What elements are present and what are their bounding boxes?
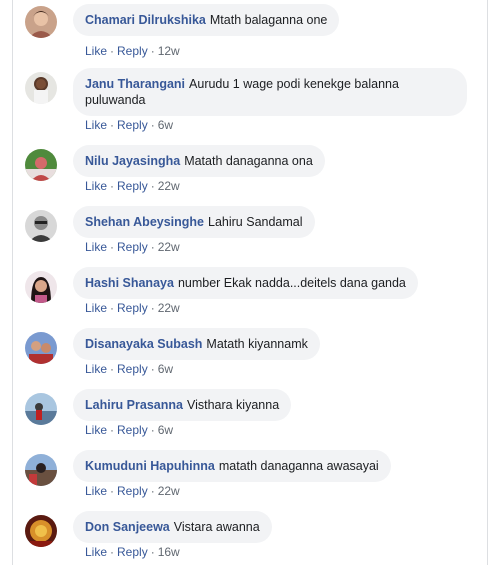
separator: ·: [110, 423, 115, 437]
comment-author[interactable]: Chamari Dilrukshika: [85, 13, 206, 27]
separator: ·: [150, 362, 155, 376]
separator: ·: [110, 545, 115, 559]
like-link[interactable]: Like: [85, 240, 107, 254]
comment-time[interactable]: 6w: [158, 423, 173, 437]
avatar[interactable]: [25, 271, 57, 303]
comment-text: Mtath balaganna one: [209, 13, 328, 27]
comment-bubble: Lahiru Prasanna Visthara kiyanna: [73, 389, 292, 421]
comment-author[interactable]: Janu Tharangani: [85, 77, 185, 91]
comment-actions: Like · Reply · 6w: [85, 423, 173, 437]
comment-actions: Like · Reply · 6w: [85, 362, 173, 376]
comment-actions: Like · Reply · 22w: [85, 484, 180, 498]
comment-actions: Like · Reply · 12w: [85, 44, 180, 58]
reply-link[interactable]: Reply: [117, 423, 148, 437]
comment-time[interactable]: 12w: [158, 44, 180, 58]
separator: ·: [110, 301, 115, 315]
comment-text: number Ekak nadda...deitels dana ganda: [177, 276, 406, 290]
comment-text: Lahiru Sandamal: [208, 215, 303, 229]
comment-text: matath danaganna awasayai: [218, 459, 379, 473]
separator: ·: [150, 118, 155, 132]
like-link[interactable]: Like: [85, 179, 107, 193]
separator: ·: [110, 179, 115, 193]
comment-bubble: Hashi Shanaya number Ekak nadda...deitels…: [73, 267, 418, 299]
separator: ·: [150, 301, 155, 315]
separator: ·: [110, 362, 115, 376]
comment-text: Matath danaganna ona: [184, 154, 313, 168]
comment-bubble: Janu Tharangani Aurudu 1 wage podi kenekg…: [73, 68, 467, 116]
separator: ·: [150, 484, 155, 498]
reply-link[interactable]: Reply: [117, 545, 148, 559]
comment-actions: Like · Reply · 6w: [85, 118, 173, 132]
comment-bubble: Kumuduni Hapuhinna matath danaganna awasa…: [73, 450, 391, 482]
comment-actions: Like · Reply · 16w: [85, 545, 180, 559]
avatar[interactable]: [25, 72, 57, 104]
comment-time[interactable]: 22w: [158, 301, 180, 315]
separator: ·: [110, 44, 115, 58]
separator: ·: [110, 484, 115, 498]
reply-link[interactable]: Reply: [117, 179, 148, 193]
comment-author[interactable]: Hashi Shanaya: [85, 276, 174, 290]
comment-time[interactable]: 22w: [158, 484, 180, 498]
separator: ·: [110, 240, 115, 254]
comment-author[interactable]: Lahiru Prasanna: [85, 398, 183, 412]
comment-bubble: Disanayaka Subash Matath kiyannamk: [73, 328, 320, 360]
comment-time[interactable]: 6w: [158, 118, 173, 132]
comments-panel: Chamari Dilrukshika Mtath balaganna one L…: [12, 0, 488, 565]
comment-time[interactable]: 22w: [158, 179, 180, 193]
comment-time[interactable]: 16w: [158, 545, 180, 559]
reply-link[interactable]: Reply: [117, 44, 148, 58]
separator: ·: [150, 240, 155, 254]
comment-text-continued: puluwanda: [85, 93, 146, 107]
comment-actions: Like · Reply · 22w: [85, 240, 180, 254]
comment-text: Matath kiyannamk: [206, 337, 308, 351]
avatar[interactable]: [25, 332, 57, 364]
comment-text: Aurudu 1 wage podi kenekge balanna: [189, 77, 399, 91]
reply-link[interactable]: Reply: [117, 362, 148, 376]
like-link[interactable]: Like: [85, 118, 107, 132]
comment-author[interactable]: Shehan Abeysinghe: [85, 215, 204, 229]
comment-time[interactable]: 22w: [158, 240, 180, 254]
separator: ·: [150, 179, 155, 193]
avatar[interactable]: [25, 210, 57, 242]
comment-author[interactable]: Kumuduni Hapuhinna: [85, 459, 215, 473]
separator: ·: [110, 118, 115, 132]
avatar[interactable]: [25, 149, 57, 181]
comment-bubble: Don Sanjeewa Vistara awanna: [73, 511, 272, 543]
comment-time[interactable]: 6w: [158, 362, 173, 376]
separator: ·: [150, 423, 155, 437]
reply-link[interactable]: Reply: [117, 118, 148, 132]
comment-bubble: Chamari Dilrukshika Mtath balaganna one: [73, 4, 340, 36]
like-link[interactable]: Like: [85, 301, 107, 315]
like-link[interactable]: Like: [85, 545, 107, 559]
like-link[interactable]: Like: [85, 44, 107, 58]
comment-actions: Like · Reply · 22w: [85, 179, 180, 193]
avatar[interactable]: [25, 515, 57, 547]
comment-author[interactable]: Don Sanjeewa: [85, 520, 170, 534]
avatar[interactable]: [25, 393, 57, 425]
comment-author[interactable]: Disanayaka Subash: [85, 337, 202, 351]
comment-text: Vistara awanna: [173, 520, 260, 534]
comment-text: Visthara kiyanna: [186, 398, 280, 412]
comment-bubble: Nilu Jayasingha Matath danaganna ona: [73, 145, 325, 177]
separator: ·: [150, 545, 155, 559]
reply-link[interactable]: Reply: [117, 301, 148, 315]
avatar[interactable]: [25, 454, 57, 486]
like-link[interactable]: Like: [85, 423, 107, 437]
reply-link[interactable]: Reply: [117, 484, 148, 498]
like-link[interactable]: Like: [85, 362, 107, 376]
comment-bubble: Shehan Abeysinghe Lahiru Sandamal: [73, 206, 315, 238]
separator: ·: [150, 44, 155, 58]
reply-link[interactable]: Reply: [117, 240, 148, 254]
comment-author[interactable]: Nilu Jayasingha: [85, 154, 180, 168]
avatar[interactable]: [25, 6, 57, 38]
like-link[interactable]: Like: [85, 484, 107, 498]
comment-actions: Like · Reply · 22w: [85, 301, 180, 315]
